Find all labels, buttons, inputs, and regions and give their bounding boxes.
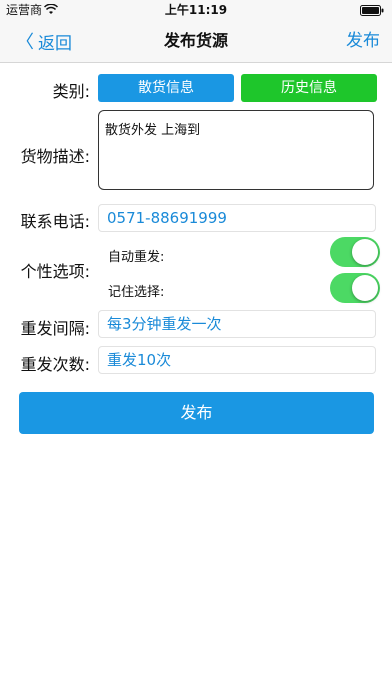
description-textarea[interactable]: 散货外发 上海到 xyxy=(98,110,374,190)
history-info-button[interactable]: 历史信息 xyxy=(241,74,377,102)
status-time: 上午11:19 xyxy=(164,3,228,17)
publish-button[interactable]: 发布 xyxy=(19,392,374,434)
remember-choice-toggle[interactable] xyxy=(330,273,380,303)
count-field[interactable]: 重发10次 xyxy=(98,346,376,374)
toggle-knob xyxy=(352,275,378,301)
count-label: 重发次数: xyxy=(20,355,90,374)
auto-resend-label: 自动重发: xyxy=(108,250,165,265)
category-label: 类别: xyxy=(52,82,90,101)
auto-resend-toggle[interactable] xyxy=(330,237,380,267)
description-label: 货物描述: xyxy=(20,147,90,166)
phone-label: 联系电话: xyxy=(20,212,90,231)
options-label: 个性选项: xyxy=(20,262,90,281)
battery-icon xyxy=(360,5,384,16)
scatter-info-button[interactable]: 散货信息 xyxy=(98,74,234,102)
interval-field[interactable]: 每3分钟重发一次 xyxy=(98,310,376,338)
remember-choice-label: 记住选择: xyxy=(108,285,165,300)
toggle-knob xyxy=(352,239,378,265)
interval-label: 重发间隔: xyxy=(20,319,90,338)
phone-field[interactable]: 0571-88691999 xyxy=(98,204,376,232)
page-title: 发布货源 xyxy=(163,31,228,50)
nav-bar: 〈 返回 发布货源 发布 xyxy=(0,20,392,63)
nav-publish-button[interactable]: 发布 xyxy=(346,20,380,62)
status-bar: 运营商 上午11:19 xyxy=(0,0,392,20)
